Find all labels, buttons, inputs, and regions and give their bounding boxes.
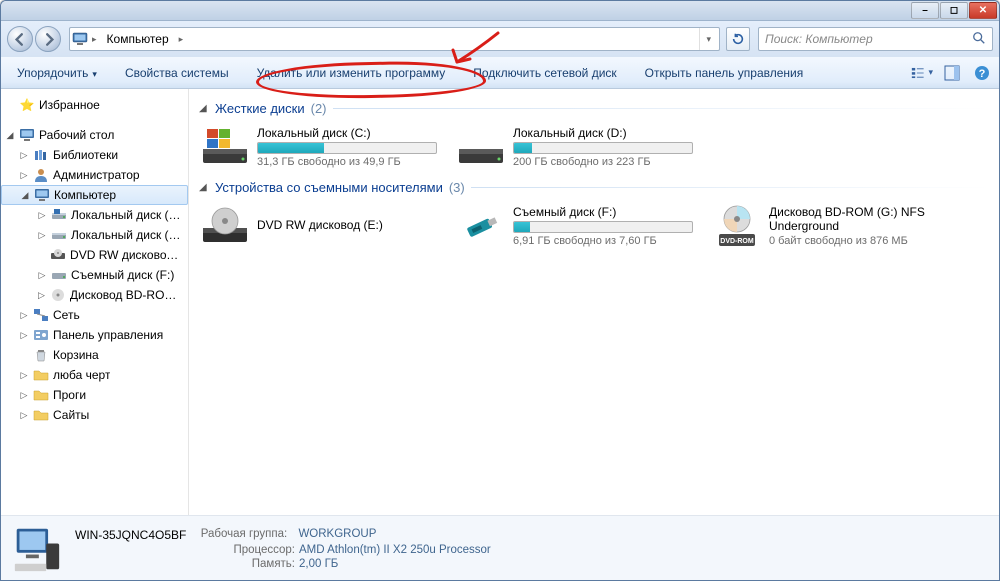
star-icon: ⭐ [19, 97, 35, 113]
desktop-icon [19, 127, 35, 143]
navigation-tree: ⭐Избранное ◢Рабочий стол ▷Библиотеки ▷Ад… [1, 89, 189, 515]
folder-icon [33, 407, 49, 423]
user-icon [33, 167, 49, 183]
capacity-bar [513, 221, 693, 233]
expand-icon[interactable]: ▷ [19, 390, 29, 401]
chevron-down-icon: ▾ [928, 67, 933, 78]
expand-icon[interactable]: ▷ [37, 270, 47, 281]
address-row: ▸ Компьютер ▸ ▾ Поиск: Компьютер [1, 21, 999, 57]
computer-icon [72, 31, 88, 47]
usb-drive-icon [457, 206, 505, 246]
expand-icon[interactable]: ▷ [19, 310, 29, 321]
tree-control-panel[interactable]: ▷Панель управления [1, 325, 188, 345]
uninstall-program-button[interactable]: Удалить или изменить программу [247, 64, 456, 82]
tree-lyuba[interactable]: ▷люба черт [1, 365, 188, 385]
tree-local-c[interactable]: ▷Локальный диск (C:) [1, 205, 188, 225]
toolbar: Упорядочить▾ Свойства системы Удалить ил… [1, 57, 999, 89]
expand-icon[interactable]: ▷ [19, 170, 29, 181]
view-options-button[interactable]: ▾ [911, 62, 933, 84]
preview-pane-button[interactable] [941, 62, 963, 84]
chevron-right-icon[interactable]: ▸ [92, 34, 97, 45]
chevron-right-icon[interactable]: ▸ [179, 34, 184, 45]
svg-text:?: ? [979, 68, 986, 80]
help-button[interactable]: ? [971, 62, 993, 84]
close-button[interactable]: ✕ [969, 2, 997, 19]
back-button[interactable] [7, 26, 33, 52]
expand-icon[interactable]: ▷ [19, 410, 29, 421]
tree-dvd-rw[interactable]: DVD RW дисковод (E:) [1, 245, 188, 265]
breadcrumb-computer[interactable]: Компьютер [101, 28, 175, 50]
drive-icon [51, 207, 67, 223]
folder-icon [33, 367, 49, 383]
tree-removable-f[interactable]: ▷Съемный диск (F:) [1, 265, 188, 285]
titlebar: – ◻ ✕ [1, 1, 999, 21]
dvd-icon [50, 247, 66, 263]
capacity-bar [513, 142, 693, 154]
drive-local-c[interactable]: Локальный диск (C:) 31,3 ГБ свободно из … [199, 124, 445, 170]
expand-icon[interactable]: ▷ [19, 370, 29, 381]
content-area: ◢ Жесткие диски (2) Локальный диск (C:) … [189, 89, 999, 515]
expand-icon[interactable]: ▷ [37, 210, 47, 221]
open-control-panel-button[interactable]: Открыть панель управления [635, 64, 814, 82]
windows-drive-icon [201, 127, 249, 167]
recycle-icon [33, 347, 49, 363]
expand-icon[interactable]: ▷ [19, 330, 29, 341]
map-network-drive-button[interactable]: Подключить сетевой диск [463, 64, 626, 82]
system-properties-button[interactable]: Свойства системы [115, 64, 239, 82]
tree-favorites[interactable]: ⭐Избранное [1, 95, 188, 115]
bdrom-icon: DVD-ROM [713, 206, 761, 246]
drive-dvd-rw[interactable]: DVD RW дисковод (E:) [199, 203, 445, 249]
address-dropdown[interactable]: ▾ [699, 28, 717, 50]
tree-desktop[interactable]: ◢Рабочий стол [1, 125, 188, 145]
tree-progi[interactable]: ▷Проги [1, 385, 188, 405]
group-hard-drives[interactable]: ◢ Жесткие диски (2) [199, 101, 989, 116]
expand-icon[interactable]: ▷ [19, 150, 29, 161]
search-input[interactable]: Поиск: Компьютер [758, 27, 993, 51]
expand-icon[interactable]: ▷ [37, 230, 47, 241]
collapse-icon[interactable]: ◢ [199, 182, 209, 193]
libraries-icon [33, 147, 49, 163]
network-icon [33, 307, 49, 323]
forward-button[interactable] [35, 26, 61, 52]
collapse-icon[interactable]: ◢ [199, 103, 209, 114]
tree-local-d[interactable]: ▷Локальный диск (D:) [1, 225, 188, 245]
tree-sites[interactable]: ▷Сайты [1, 405, 188, 425]
drive-local-d[interactable]: Локальный диск (D:) 200 ГБ свободно из 2… [455, 124, 701, 170]
minimize-button[interactable]: – [911, 2, 939, 19]
folder-icon [33, 387, 49, 403]
expand-icon[interactable]: ▷ [37, 290, 46, 301]
control-panel-icon [33, 327, 49, 343]
tree-recycle[interactable]: Корзина [1, 345, 188, 365]
disc-icon [50, 287, 66, 303]
drive-icon [51, 227, 67, 243]
group-removable[interactable]: ◢ Устройства со съемными носителями (3) [199, 180, 989, 195]
tree-network[interactable]: ▷Сеть [1, 305, 188, 325]
refresh-button[interactable] [726, 27, 750, 51]
tree-bdrom-g[interactable]: ▷Дисковод BD-ROM (G:) [1, 285, 188, 305]
computer-name: WIN-35JQNC4O5BF [75, 528, 186, 542]
address-bar[interactable]: ▸ Компьютер ▸ ▾ [69, 27, 720, 51]
drive-removable-f[interactable]: Съемный диск (F:) 6,91 ГБ свободно из 7,… [455, 203, 701, 249]
search-placeholder: Поиск: Компьютер [765, 32, 873, 46]
drive-bdrom-g[interactable]: DVD-ROM Дисковод BD-ROM (G:) NFS Undergr… [711, 203, 957, 249]
search-icon [972, 31, 986, 48]
computer-large-icon [13, 525, 61, 573]
maximize-button[interactable]: ◻ [940, 2, 968, 19]
drive-icon [457, 127, 505, 167]
computer-icon [34, 187, 50, 203]
organize-button[interactable]: Упорядочить▾ [7, 64, 107, 82]
tree-admin[interactable]: ▷Администратор [1, 165, 188, 185]
dvd-drive-icon [201, 206, 249, 246]
capacity-bar [257, 142, 437, 154]
tree-libraries[interactable]: ▷Библиотеки [1, 145, 188, 165]
chevron-down-icon: ▾ [92, 69, 97, 79]
explorer-window: – ◻ ✕ ▸ Компьютер ▸ ▾ Поиск: Компьютер [0, 0, 1000, 581]
svg-text:DVD-ROM: DVD-ROM [720, 238, 754, 245]
details-pane: WIN-35JQNC4O5BF Рабочая группа: WORKGROU… [1, 515, 999, 581]
collapse-icon[interactable]: ◢ [5, 130, 15, 141]
usb-icon [51, 267, 67, 283]
tree-computer[interactable]: ◢Компьютер [1, 185, 188, 205]
collapse-icon[interactable]: ◢ [20, 190, 30, 201]
